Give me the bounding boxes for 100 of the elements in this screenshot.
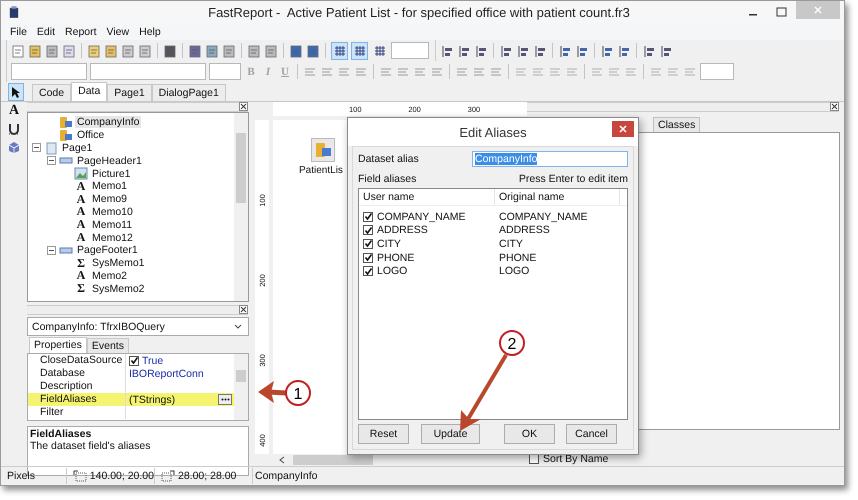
tree-item[interactable]: SysMemo1	[90, 257, 147, 270]
text-object-icon: A	[74, 204, 88, 220]
inspector-tab[interactable]: Properties	[29, 337, 87, 353]
status-units: Pixels	[1, 468, 67, 484]
tree-item[interactable]: Office	[75, 129, 106, 142]
checkbox[interactable]	[363, 266, 373, 276]
collapse-toggle[interactable]	[47, 246, 56, 255]
property-row[interactable]: CloseDataSource True	[28, 354, 234, 367]
text-object-icon: A	[74, 268, 88, 284]
snap-toggle-button[interactable]	[351, 42, 368, 60]
cube-icon	[7, 140, 21, 154]
tree-item[interactable]: Memo9	[90, 193, 130, 206]
object-label: PatientLis	[299, 165, 343, 176]
tree-item[interactable]: Memo11	[90, 218, 134, 231]
help-title: FieldAliases	[30, 428, 92, 440]
dialog-button[interactable]: Update	[421, 424, 480, 444]
hint-text: Press Enter to edit item	[518, 173, 628, 186]
close-icon[interactable]	[239, 102, 248, 111]
tree-item[interactable]: Picture1	[90, 168, 133, 180]
property-row[interactable]: Filter	[28, 406, 234, 419]
property-row[interactable]: FieldAliases (TStrings)	[28, 393, 234, 406]
close-icon	[814, 6, 822, 14]
tree-item[interactable]: Memo12	[90, 232, 135, 244]
original-name-cell-text: ADDRESS	[498, 224, 551, 236]
original-name-cell-text: LOGO	[498, 265, 530, 278]
close-button[interactable]	[612, 121, 634, 137]
column-header[interactable]: Original name	[495, 191, 619, 203]
callout-arrow	[258, 381, 286, 403]
tree-item[interactable]: CompanyInfo	[75, 116, 142, 128]
checkbox[interactable]	[129, 356, 139, 366]
pointer-icon	[11, 86, 21, 98]
user-name-cell: ADDRESS	[377, 224, 428, 236]
original-name-cell-text: PHONE	[498, 252, 538, 264]
chevron-down-icon	[234, 324, 242, 329]
position-icon	[73, 470, 87, 482]
dialog-button[interactable]: Reset	[358, 424, 409, 444]
menu-item[interactable]: View	[102, 26, 134, 38]
menu-item[interactable]: File	[5, 26, 32, 38]
text-tool-button[interactable]: A	[6, 104, 22, 118]
dialog-title: Edit Aliases	[459, 124, 527, 140]
column-header[interactable]: User name	[359, 189, 495, 205]
collapse-toggle[interactable]	[32, 143, 41, 152]
text-object-icon: A	[74, 217, 88, 232]
checkbox[interactable]	[363, 225, 373, 236]
dialog-button[interactable]: OK	[504, 424, 555, 444]
database-icon	[314, 141, 332, 159]
panel-tab[interactable]: Classes	[653, 117, 700, 132]
tree-item[interactable]: PageFooter1	[75, 244, 140, 256]
pointer-tool-button[interactable]	[8, 83, 24, 101]
menu-item[interactable]: Report	[60, 26, 102, 38]
tree-item[interactable]: Memo1	[90, 180, 130, 192]
dialog-button[interactable]: Cancel	[566, 424, 617, 444]
close-icon	[619, 125, 627, 133]
magnet-icon	[7, 122, 21, 136]
section-label: Field aliases	[358, 173, 416, 186]
property-name: CloseDataSource	[28, 354, 126, 367]
maximize-icon[interactable]	[776, 7, 787, 17]
object-dropdown[interactable]: CompanyInfo: TfrxIBOQuery	[27, 317, 249, 336]
document-tab[interactable]: Code	[32, 84, 72, 101]
tree-item[interactable]: Page1	[60, 142, 94, 154]
tree-item[interactable]: PageHeader1	[75, 154, 144, 167]
menu-item[interactable]: Edit	[32, 26, 60, 38]
close-icon[interactable]	[830, 102, 839, 111]
menu-item[interactable]: Help	[134, 26, 166, 38]
document-tab[interactable]: Page1	[107, 84, 152, 101]
status-object: CompanyInfo	[254, 469, 318, 484]
checkbox-label: Sort By Name	[543, 453, 608, 465]
scrollbar[interactable]	[234, 113, 248, 301]
inspector-tab[interactable]: Events	[86, 338, 129, 353]
checkbox[interactable]	[363, 238, 373, 249]
property-value: IBOReportConn	[129, 368, 204, 380]
close-icon[interactable]	[239, 305, 248, 314]
scrollbar[interactable]	[234, 354, 248, 420]
original-name-cell-text: COMPANY_NAME	[498, 210, 588, 223]
scroll-left-icon[interactable]	[279, 456, 285, 464]
property-value: (TStrings)	[129, 394, 176, 406]
window-title: FastReport - Active Patient List - for specified office with patient count.fr3	[207, 4, 631, 20]
size-icon	[161, 470, 175, 482]
document-tab[interactable]: DialogPage1	[152, 84, 226, 101]
checkbox[interactable]	[363, 252, 373, 263]
checkbox[interactable]	[363, 212, 373, 222]
tree-item[interactable]: Memo10	[90, 206, 135, 218]
tree-item[interactable]: SysMemo2	[90, 282, 147, 295]
system-text-icon: Σ	[74, 256, 88, 271]
dataset-object[interactable]	[311, 138, 335, 162]
property-row[interactable]: Database IBOReportConn	[28, 367, 234, 380]
user-name-cell: COMPANY_NAME	[377, 210, 466, 223]
checkbox[interactable]	[529, 454, 539, 464]
property-value: True	[142, 354, 164, 366]
document-tab[interactable]: Data	[71, 82, 108, 101]
text-object-icon: A	[74, 192, 88, 207]
page-icon	[44, 142, 58, 154]
snap-icon	[352, 44, 366, 58]
ellipsis-button[interactable]	[218, 394, 232, 405]
grid-toggle-button[interactable]	[331, 42, 348, 60]
tool-button[interactable]	[7, 122, 21, 136]
property-name: Database	[28, 367, 126, 380]
user-name-cell: CITY	[377, 238, 401, 250]
collapse-toggle[interactable]	[47, 156, 56, 166]
tree-item[interactable]: Memo2	[90, 270, 130, 282]
